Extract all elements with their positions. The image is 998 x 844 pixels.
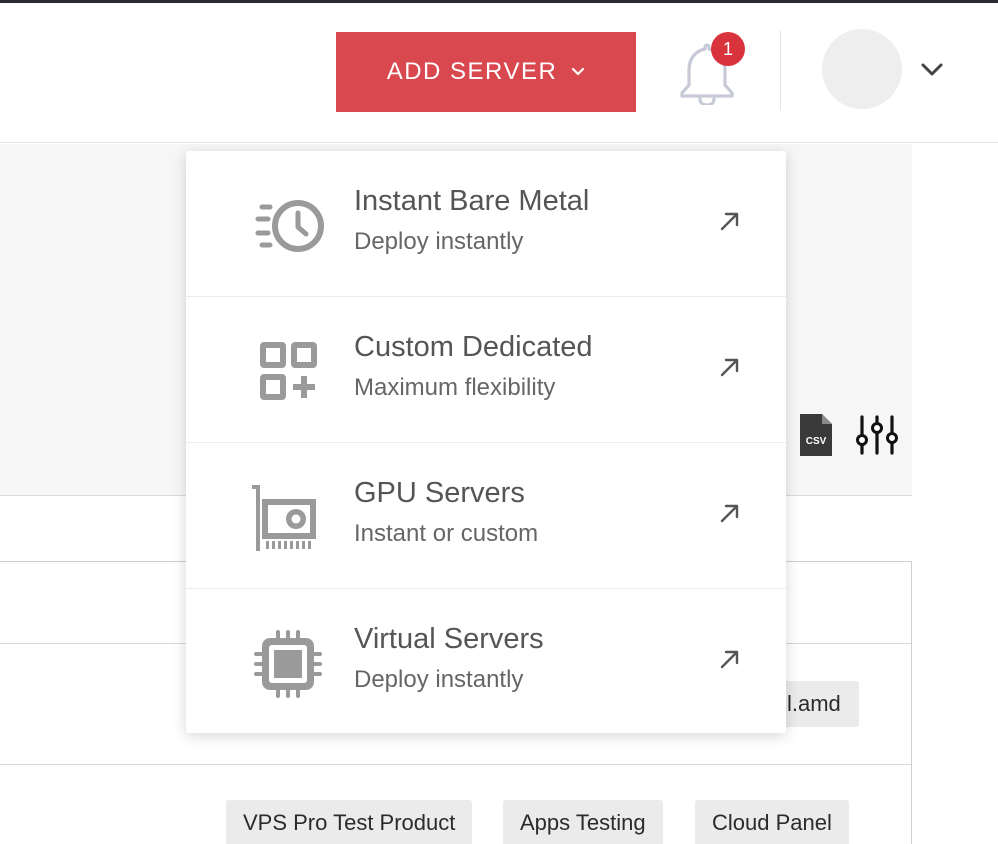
cpu-chip-icon: [254, 630, 322, 698]
header-divider: [780, 30, 781, 110]
menu-item-title: Instant Bare Metal: [354, 185, 590, 217]
add-server-dropdown: Instant Bare Metal Deploy instantly Cust…: [186, 151, 786, 733]
add-server-button[interactable]: ADD SERVER: [336, 32, 636, 112]
add-server-label: ADD SERVER: [386, 58, 558, 85]
menu-item-instant-bare-metal[interactable]: Instant Bare Metal Deploy instantly: [186, 151, 786, 297]
menu-item-subtitle: Maximum flexibility: [354, 374, 556, 401]
avatar[interactable]: [822, 29, 902, 109]
menu-item-title: GPU Servers: [354, 477, 525, 509]
external-arrow-icon: [720, 358, 739, 377]
grid-plus-icon: [260, 342, 317, 400]
csv-export-icon[interactable]: CSV: [800, 414, 832, 456]
clock-speed-icon: [255, 200, 324, 252]
table-row-divider: [0, 764, 911, 765]
menu-item-title: Custom Dedicated: [354, 331, 593, 363]
server-tag: Cloud Panel: [695, 800, 849, 844]
menu-item-subtitle: Deploy instantly: [354, 666, 524, 693]
external-arrow-icon: [720, 650, 739, 669]
server-tag: Apps Testing: [503, 800, 663, 844]
server-tag: VPS Pro Test Product: [226, 800, 473, 844]
csv-icon-label: CSV: [806, 436, 827, 447]
menu-item-subtitle: Instant or custom: [354, 520, 539, 547]
menu-item-gpu-servers[interactable]: GPU Servers Instant or custom: [186, 443, 786, 589]
menu-item-virtual-servers[interactable]: Virtual Servers Deploy instantly: [186, 589, 786, 735]
external-arrow-icon: [720, 504, 739, 523]
gpu-card-icon: [252, 485, 316, 551]
notification-count-badge: 1: [711, 32, 745, 66]
menu-item-subtitle: Deploy instantly: [354, 228, 524, 255]
external-arrow-icon: [720, 212, 739, 231]
filter-settings-icon[interactable]: [856, 414, 898, 456]
menu-item-title: Virtual Servers: [354, 623, 544, 655]
menu-item-custom-dedicated[interactable]: Custom Dedicated Maximum flexibility: [186, 297, 786, 443]
chevron-down-icon[interactable]: [920, 59, 944, 79]
chevron-down-icon: [572, 67, 585, 76]
